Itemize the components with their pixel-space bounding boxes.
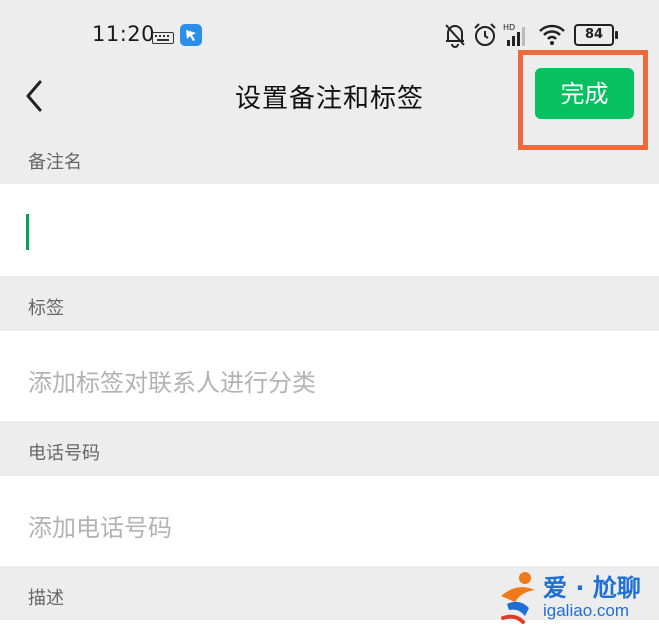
tags-placeholder: 添加标签对联系人进行分类 [28, 369, 316, 397]
alarm-icon [473, 22, 497, 52]
keyboard-icon [152, 29, 174, 48]
phone-placeholder: 添加电话号码 [28, 514, 172, 542]
battery-icon: 84 [574, 24, 618, 46]
phone-section-label: 电话号码 [28, 443, 100, 464]
runner-logo-icon [501, 572, 535, 624]
tags-field[interactable]: 添加标签对联系人进行分类 [0, 331, 659, 421]
wifi-icon [538, 22, 566, 50]
watermark-url: igaliao.com [543, 601, 629, 620]
remark-input[interactable] [0, 184, 659, 276]
remark-section-label: 备注名 [28, 152, 82, 173]
svg-text:HD: HD [503, 23, 515, 32]
clock: 11:20 [92, 22, 156, 46]
watermark-logo: 爱 · 尬聊 igaliao.com [495, 568, 655, 630]
mute-bell-icon [443, 22, 467, 52]
done-button[interactable]: 完成 [535, 68, 634, 119]
description-section-label: 描述 [28, 588, 64, 609]
watermark-title: 爱 · 尬聊 [543, 574, 641, 602]
signal-icon: HD [503, 22, 529, 52]
tags-section-label: 标签 [28, 298, 64, 319]
phone-field[interactable]: 添加电话号码 [0, 476, 659, 566]
app-notification-icon [180, 24, 202, 46]
text-cursor [26, 214, 29, 250]
